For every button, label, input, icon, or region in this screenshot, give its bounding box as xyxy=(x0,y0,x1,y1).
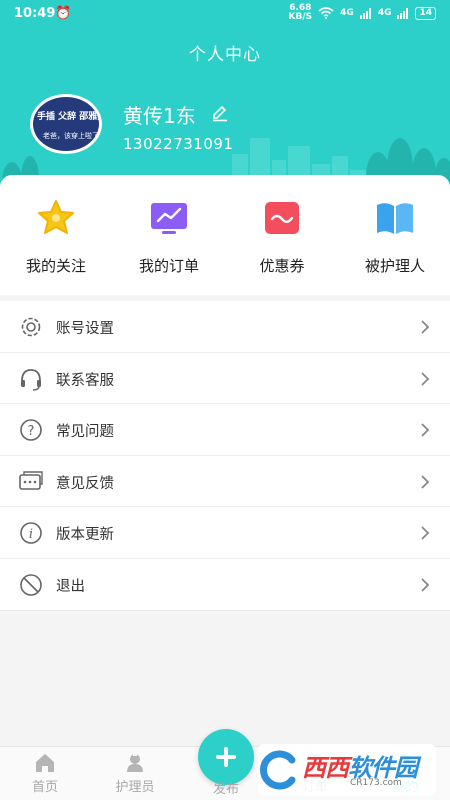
quick-label-follow: 我的关注 xyxy=(25,257,86,275)
menu-item-version-update[interactable]: i 版本更新 xyxy=(0,507,450,559)
quick-actions: 我的关注 我的订单 优惠券 被护理人 xyxy=(0,175,450,295)
status-indicators: 6.68 KB/S 4G 4G 14 xyxy=(289,4,436,22)
avatar-caption-1: 手插 父辞 邵雅痛 xyxy=(37,112,102,122)
quick-action-follow[interactable]: 我的关注 xyxy=(0,197,112,276)
watermark-c-icon xyxy=(260,750,296,790)
signal-icon xyxy=(359,7,371,19)
chat-icon xyxy=(19,471,43,490)
chevron-right-icon xyxy=(421,423,430,437)
menu-item-faq[interactable]: ? 常见问题 xyxy=(0,404,450,456)
chevron-right-icon xyxy=(421,371,430,386)
question-icon: ? xyxy=(20,419,42,441)
battery-icon: 14 xyxy=(415,6,436,20)
status-time: 10:49 xyxy=(14,6,56,21)
signal-icon-2 xyxy=(397,7,409,19)
user-phone: 13022731091 xyxy=(123,135,234,153)
menu-item-contact-support[interactable]: 联系客服 xyxy=(0,353,450,405)
page-title: 个人中心 xyxy=(189,45,261,65)
menu-label-feedback: 意见反馈 xyxy=(56,475,114,492)
alarm-icon: ⏰ xyxy=(55,6,72,21)
tab-nurse[interactable]: 护理员 xyxy=(90,753,180,795)
quick-action-care-recipient[interactable]: 被护理人 xyxy=(339,197,450,276)
menu-label-faq: 常见问题 xyxy=(56,424,114,441)
nurse-icon xyxy=(127,754,143,772)
tab-label-home: 首页 xyxy=(31,780,58,795)
quick-action-orders[interactable]: 我的订单 xyxy=(113,197,225,276)
watermark-url: CR173.com xyxy=(350,778,402,788)
wifi-icon xyxy=(318,7,334,19)
status-bar: 10:49 ⏰ 6.68 KB/S 4G 4G 14 xyxy=(0,0,450,30)
home-icon xyxy=(36,754,54,772)
menu-item-feedback[interactable]: 意见反馈 xyxy=(0,456,450,508)
settings-menu: 账号设置 联系客服 ? 常见问题 意见反馈 i 版本更新 退出 xyxy=(0,301,450,611)
svg-text:i: i xyxy=(29,527,33,542)
quick-action-coupons[interactable]: 优惠券 xyxy=(226,197,338,276)
headset-icon xyxy=(21,368,41,391)
menu-label-logout: 退出 xyxy=(56,578,85,595)
chevron-right-icon xyxy=(421,475,430,489)
logout-icon xyxy=(20,574,42,596)
chevron-right-icon xyxy=(421,320,430,334)
profile-header: 10:49 ⏰ 6.68 KB/S 4G 4G 14 个人中心 手插 父辞 邵雅… xyxy=(0,0,450,200)
watermark-logo: 西西软件园 CR173.com xyxy=(258,744,436,796)
edit-icon[interactable] xyxy=(211,104,229,122)
quick-label-coupons: 优惠券 xyxy=(259,257,305,275)
avatar-caption-2: 老爸，该穿上啦了 xyxy=(43,132,99,140)
gear-icon xyxy=(21,317,41,337)
avatar[interactable]: 手插 父辞 邵雅痛 老爸，该穿上啦了 xyxy=(30,94,102,154)
network-label-1: 4G xyxy=(340,8,354,18)
tab-label-publish: 发布 xyxy=(212,782,239,797)
tab-home[interactable]: 首页 xyxy=(0,753,90,795)
publish-button[interactable] xyxy=(198,729,254,785)
speed-unit: KB/S xyxy=(288,12,313,22)
chevron-right-icon xyxy=(421,578,430,592)
quick-label-orders: 我的订单 xyxy=(138,257,199,275)
menu-label-version-update: 版本更新 xyxy=(56,527,114,544)
monitor-chart-icon xyxy=(151,203,187,234)
menu-item-account-settings[interactable]: 账号设置 xyxy=(0,301,450,353)
menu-label-contact-support: 联系客服 xyxy=(56,372,114,389)
profile-card: 我的关注 我的订单 优惠券 被护理人 账号设置 联系客服 ? 常见问题 意见反馈… xyxy=(0,175,450,611)
book-icon xyxy=(377,203,413,234)
info-icon: i xyxy=(20,522,42,545)
svg-text:?: ? xyxy=(28,424,35,439)
network-label-2: 4G xyxy=(377,8,392,18)
menu-item-logout[interactable]: 退出 xyxy=(0,559,450,611)
chevron-right-icon xyxy=(421,526,430,541)
watermark-title-1: 西西 xyxy=(302,754,349,782)
tab-label-nurse: 护理员 xyxy=(115,780,155,795)
user-name: 黄传1东 xyxy=(123,104,196,128)
coupon-icon xyxy=(265,202,299,234)
menu-label-account-settings: 账号设置 xyxy=(56,321,114,337)
network-speed: 6.68 KB/S xyxy=(289,4,313,22)
quick-label-care-recipient: 被护理人 xyxy=(364,257,425,275)
star-icon xyxy=(38,200,74,234)
